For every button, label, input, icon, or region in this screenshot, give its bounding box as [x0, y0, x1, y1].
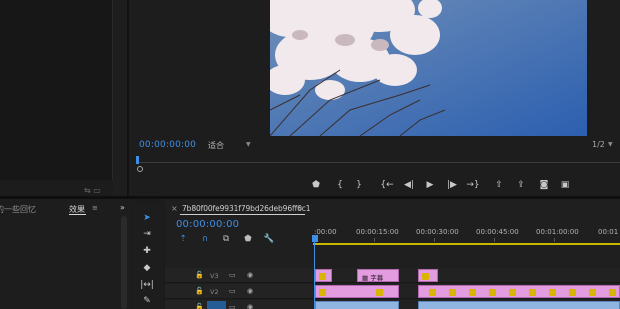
fx-badge-icon	[319, 273, 326, 280]
panel-strip	[113, 0, 127, 196]
ruler-label: 00:00:45:00	[476, 228, 519, 236]
eye-icon[interactable]: ◉	[247, 303, 253, 309]
wrench-icon[interactable]: 🔧	[263, 233, 275, 245]
eye-icon[interactable]: ◉	[247, 287, 253, 295]
fx-badge-icon	[589, 289, 596, 296]
fx-badge-icon	[449, 289, 456, 296]
chevron-down-icon[interactable]: ▼	[608, 141, 613, 148]
eye-icon[interactable]: ◉	[247, 271, 253, 279]
fx-badge-icon	[489, 289, 496, 296]
zoom-fit-select[interactable]: 适合	[208, 140, 224, 151]
compare-view-icon[interactable]: ▣	[558, 179, 572, 191]
track-select-tool-icon[interactable]: ⇥	[140, 228, 154, 241]
effects-panel	[0, 199, 131, 309]
title-clip[interactable]	[315, 285, 399, 298]
tab-history[interactable]: 我的一些回忆	[0, 204, 36, 215]
lock-icon[interactable]: 🔓	[195, 303, 204, 309]
ruler-tick	[434, 238, 435, 242]
track-name: V2	[210, 288, 219, 296]
chevron-down-icon[interactable]: ▼	[246, 141, 251, 148]
toggle-sync-icon[interactable]: ▭	[229, 303, 236, 309]
pen-tool-icon[interactable]: ✎	[140, 295, 154, 308]
fx-badge-icon	[376, 289, 383, 296]
panel-menu-icon[interactable]: ≡	[92, 204, 98, 212]
fx-badge-icon	[529, 289, 536, 296]
source-monitor-panel	[0, 0, 113, 180]
active-tab-underline	[180, 214, 305, 215]
ruler-label: 00:00:30:00	[416, 228, 459, 236]
fx-badge-icon	[429, 289, 436, 296]
add-marker-icon[interactable]: ⬟	[309, 179, 323, 191]
program-timecode[interactable]: 00:00:00:00	[139, 140, 196, 150]
nest-sequence-icon[interactable]: ⇡	[177, 233, 189, 245]
sequence-menu-icon[interactable]: ≡	[297, 204, 303, 212]
title-clip[interactable]	[418, 269, 438, 282]
track-name: V3	[210, 272, 219, 280]
work-area-bar[interactable]	[313, 243, 620, 245]
fx-badge-icon	[509, 289, 516, 296]
program-video-frame[interactable]	[270, 0, 587, 136]
lift-icon[interactable]: ⇧	[492, 179, 506, 191]
selection-tool-icon[interactable]: ➤	[140, 212, 154, 225]
title-clip[interactable]: ▦ 字幕	[357, 269, 399, 282]
step-back-icon[interactable]: ◀|	[402, 179, 416, 191]
ruler-tick	[374, 238, 375, 242]
sequence-tab[interactable]: 7b80f00fe9931f79bd26deb96ff6c1	[182, 204, 311, 213]
resolution-select[interactable]: 1/2	[592, 140, 605, 149]
play-icon[interactable]: ▶	[423, 179, 437, 191]
video-clip[interactable]	[418, 301, 620, 309]
step-forward-icon[interactable]: |▶	[445, 179, 459, 191]
title-clip[interactable]	[418, 285, 620, 298]
title-clip[interactable]	[315, 269, 332, 282]
mark-out-icon[interactable]: }	[352, 179, 366, 191]
toggle-sync-icon[interactable]: ▭	[229, 271, 236, 279]
fx-badge-icon	[569, 289, 576, 296]
slip-tool-icon[interactable]: |↔|	[140, 279, 154, 292]
fx-badge-icon	[319, 289, 326, 296]
fx-badge-icon	[469, 289, 476, 296]
fx-badge-icon	[549, 289, 556, 296]
cherry-blossom-image	[270, 0, 587, 136]
active-tab-underline	[69, 214, 86, 215]
panel-scrollbar[interactable]	[121, 216, 127, 309]
timeline-timecode[interactable]: 00:00:00:00	[176, 219, 239, 230]
camera-icon[interactable]: ◙	[537, 179, 551, 191]
track-header-v1[interactable]: 🔓 V1 ▭ ◉	[165, 300, 313, 309]
video-clip[interactable]	[315, 301, 399, 309]
ruler-tick	[494, 238, 495, 242]
razor-tool-icon[interactable]: ◆	[140, 262, 154, 275]
playhead-line	[314, 242, 315, 309]
ruler-label: 00:01	[598, 228, 619, 236]
extract-icon[interactable]: ⇪	[514, 179, 528, 191]
linked-selection-icon[interactable]: ⧉	[220, 233, 232, 245]
ripple-edit-tool-icon[interactable]: ✚	[140, 245, 154, 258]
program-scrub-bar[interactable]	[137, 162, 620, 163]
ruler-label: 00:01:00:00	[536, 228, 579, 236]
toggle-sync-icon[interactable]: ▭	[229, 287, 236, 295]
fx-badge-icon	[422, 273, 429, 280]
source-panel-controls[interactable]: ⇆ ▭	[84, 186, 101, 195]
lock-icon[interactable]: 🔓	[195, 287, 204, 295]
timeline-playhead[interactable]	[312, 235, 318, 242]
close-sequence-icon[interactable]: ×	[171, 204, 178, 213]
add-marker-icon[interactable]: ⬟	[242, 233, 254, 245]
v1-source-patch[interactable]	[207, 301, 226, 309]
program-playhead[interactable]	[136, 156, 139, 164]
go-to-out-icon[interactable]: →}	[466, 179, 480, 191]
more-panels-icon[interactable]: »	[120, 203, 125, 212]
mark-in-icon[interactable]: {	[333, 179, 347, 191]
track-header-v2[interactable]: 🔓 V2 ▭ ◉	[165, 284, 313, 299]
clip-label: ▦ 字幕	[362, 274, 384, 282]
scrub-handle[interactable]	[137, 166, 143, 172]
track-header-v3[interactable]: 🔓 V3 ▭ ◉	[165, 268, 313, 283]
fx-badge-icon	[609, 289, 616, 296]
lock-icon[interactable]: 🔓	[195, 271, 204, 279]
ruler-tick	[554, 238, 555, 242]
ruler-label: 00:00:15:00	[356, 228, 399, 236]
go-to-in-icon[interactable]: {←	[380, 179, 394, 191]
snap-icon[interactable]: ∩	[199, 233, 211, 245]
